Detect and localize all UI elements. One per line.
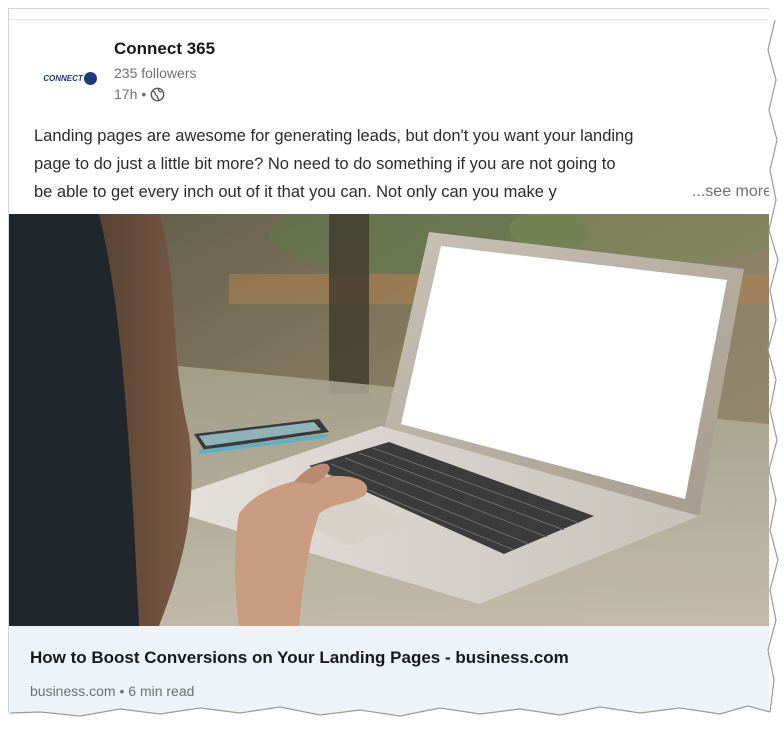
- post-image[interactable]: [9, 214, 769, 626]
- company-logo-mark: [83, 71, 97, 85]
- card-top-border: [9, 19, 769, 20]
- post-time: 17h: [114, 86, 138, 102]
- post-meta: 17h •: [114, 86, 165, 102]
- follower-count: 235 followers: [114, 65, 197, 81]
- meta-separator: •: [141, 86, 147, 102]
- link-preview-meta: business.com • 6 min read: [30, 683, 195, 699]
- company-logo-text: CONNECT: [43, 73, 83, 83]
- link-preview[interactable]: How to Boost Conversions on Your Landing…: [9, 626, 769, 714]
- author-name[interactable]: Connect 365: [114, 39, 215, 59]
- post-text-line: Landing pages are awesome for generating…: [34, 127, 634, 145]
- post-text-line: page to do just a little bit more? No ne…: [34, 155, 616, 173]
- screenshot-frame: CONNECT Connect 365 235 followers 17h • …: [0, 0, 784, 735]
- post-body: Landing pages are awesome for generating…: [34, 122, 769, 206]
- feed-post-card: CONNECT Connect 365 235 followers 17h • …: [8, 8, 769, 714]
- see-more-button[interactable]: ...see more: [687, 178, 769, 206]
- company-logo[interactable]: CONNECT: [35, 54, 105, 102]
- link-preview-title[interactable]: How to Boost Conversions on Your Landing…: [30, 648, 569, 668]
- globe-icon: [150, 87, 165, 102]
- post-text-line: be able to get every inch out of it that…: [34, 183, 557, 201]
